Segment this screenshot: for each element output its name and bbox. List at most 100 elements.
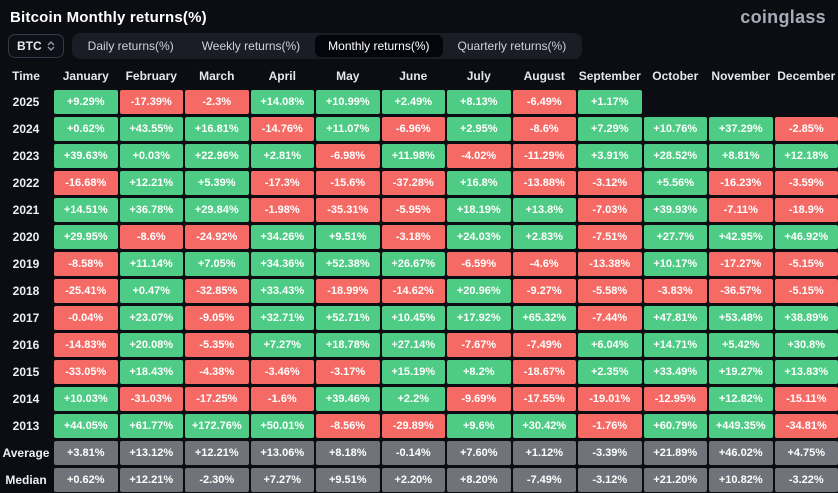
return-cell: +30.8%	[775, 333, 838, 357]
tab-daily-returns[interactable]: Daily returns(%)	[75, 35, 187, 57]
return-cell: +15.19%	[382, 360, 446, 384]
column-header-may: May	[316, 63, 380, 89]
return-cell: -7.03%	[578, 198, 642, 222]
return-cell: -17.55%	[513, 387, 577, 411]
return-cell: +43.55%	[120, 117, 184, 141]
return-cell: +14.08%	[251, 90, 315, 114]
return-cell: -3.59%	[775, 171, 838, 195]
return-cell: +12.21%	[120, 171, 184, 195]
column-header-february: February	[120, 63, 184, 89]
return-cell: +10.76%	[644, 117, 708, 141]
return-cell	[775, 90, 838, 114]
return-cell: +16.8%	[447, 171, 511, 195]
return-cell: -9.27%	[513, 279, 577, 303]
return-cell: -1.98%	[251, 198, 315, 222]
return-cell: +5.39%	[185, 171, 249, 195]
return-cell: +0.03%	[120, 144, 184, 168]
return-cell: -13.88%	[513, 171, 577, 195]
table-row-2013: 2013+44.05%+61.77%+172.76%+50.01%-8.56%-…	[0, 414, 838, 438]
return-cell: -8.56%	[316, 414, 380, 438]
return-cell: +0.47%	[120, 279, 184, 303]
row-label: 2018	[0, 279, 52, 303]
return-cell: -29.89%	[382, 414, 446, 438]
return-cell: -17.27%	[709, 252, 773, 276]
return-cell: +2.49%	[382, 90, 446, 114]
return-cell: -6.59%	[447, 252, 511, 276]
coinglass-logo: coinglass	[740, 7, 826, 28]
return-cell: -17.39%	[120, 90, 184, 114]
return-cell: -3.12%	[578, 171, 642, 195]
return-cell: -5.35%	[185, 333, 249, 357]
row-label: 2016	[0, 333, 52, 357]
table-row-2025: 2025+9.29%-17.39%-2.3%+14.08%+10.99%+2.4…	[0, 90, 838, 114]
return-cell: -11.29%	[513, 144, 577, 168]
return-cell: +37.29%	[709, 117, 773, 141]
return-cell: +19.27%	[709, 360, 773, 384]
tab-monthly-returns[interactable]: Monthly returns(%)	[315, 35, 442, 57]
return-cell: +30.42%	[513, 414, 577, 438]
return-cell: +449.35%	[709, 414, 773, 438]
row-label: 2014	[0, 387, 52, 411]
return-cell: +5.56%	[644, 171, 708, 195]
return-cell: +8.13%	[447, 90, 511, 114]
return-cell: -13.38%	[578, 252, 642, 276]
return-cell: +24.03%	[447, 225, 511, 249]
column-header-january: January	[54, 63, 118, 89]
return-cell: +7.29%	[578, 117, 642, 141]
return-cell: +26.67%	[382, 252, 446, 276]
row-label: 2025	[0, 90, 52, 114]
return-cell: +34.26%	[251, 225, 315, 249]
row-label: 2023	[0, 144, 52, 168]
return-cell: -7.67%	[447, 333, 511, 357]
page-header: Bitcoin Monthly returns(%) coinglass	[0, 0, 838, 30]
return-cell: +23.07%	[120, 306, 184, 330]
return-cell: +12.21%	[120, 468, 184, 492]
chevron-updown-icon	[47, 41, 55, 51]
return-cell: +2.83%	[513, 225, 577, 249]
return-cell: +4.75%	[775, 441, 838, 465]
returns-table-body: 2025+9.29%-17.39%-2.3%+14.08%+10.99%+2.4…	[0, 90, 838, 492]
return-cell: +1.12%	[513, 441, 577, 465]
return-cell: +16.81%	[185, 117, 249, 141]
return-cell: +27.14%	[382, 333, 446, 357]
return-cell: -19.01%	[578, 387, 642, 411]
return-cell: -12.95%	[644, 387, 708, 411]
row-label: Average	[0, 441, 52, 465]
return-cell: -2.85%	[775, 117, 838, 141]
return-cell: +10.17%	[644, 252, 708, 276]
symbol-select[interactable]: BTC	[8, 34, 64, 58]
return-cell: -16.23%	[709, 171, 773, 195]
return-cell: +2.20%	[382, 468, 446, 492]
return-cell: -1.76%	[578, 414, 642, 438]
return-cell: -3.39%	[578, 441, 642, 465]
return-cell: +2.2%	[382, 387, 446, 411]
return-cell: +10.45%	[382, 306, 446, 330]
return-cell: +13.8%	[513, 198, 577, 222]
return-cell: +0.62%	[54, 117, 118, 141]
return-cell: +10.82%	[709, 468, 773, 492]
column-header-august: August	[513, 63, 577, 89]
return-cell: +13.06%	[251, 441, 315, 465]
return-cell: -0.14%	[382, 441, 446, 465]
column-header-time: Time	[0, 63, 52, 89]
column-header-march: March	[185, 63, 249, 89]
return-cell: +11.98%	[382, 144, 446, 168]
return-cell: +52.38%	[316, 252, 380, 276]
return-cell: -14.83%	[54, 333, 118, 357]
return-cell: +2.81%	[251, 144, 315, 168]
return-cell: +9.6%	[447, 414, 511, 438]
table-row-2020: 2020+29.95%-8.6%-24.92%+34.26%+9.51%-3.1…	[0, 225, 838, 249]
tab-quarterly-returns[interactable]: Quarterly returns(%)	[445, 35, 580, 57]
return-cell: +39.63%	[54, 144, 118, 168]
return-cell: +39.93%	[644, 198, 708, 222]
return-cell: -5.95%	[382, 198, 446, 222]
return-cell: -6.98%	[316, 144, 380, 168]
row-label: Median	[0, 468, 52, 492]
return-cell: +46.92%	[775, 225, 838, 249]
return-cell: +18.43%	[120, 360, 184, 384]
table-row-2018: 2018-25.41%+0.47%-32.85%+33.43%-18.99%-1…	[0, 279, 838, 303]
tab-weekly-returns[interactable]: Weekly returns(%)	[189, 35, 313, 57]
column-header-july: July	[447, 63, 511, 89]
return-cell: -15.11%	[775, 387, 838, 411]
return-cell: +13.12%	[120, 441, 184, 465]
